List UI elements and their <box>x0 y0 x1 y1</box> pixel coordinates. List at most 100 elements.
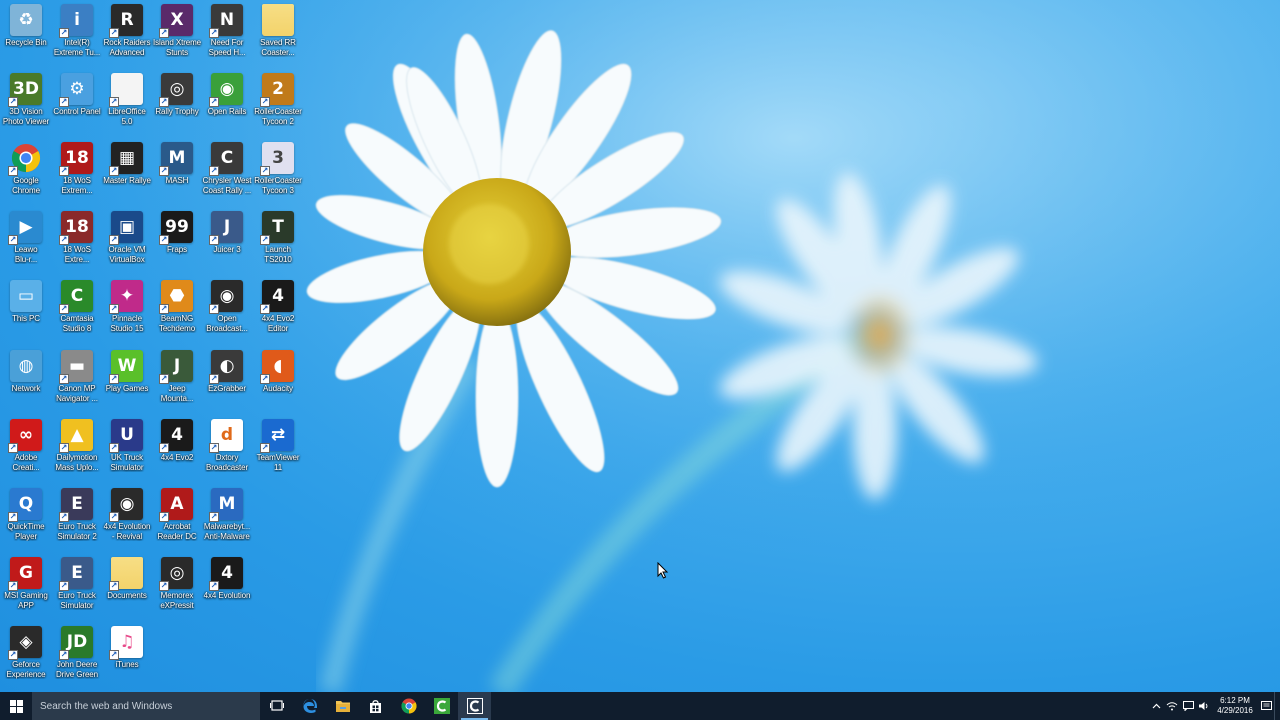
desktop-shortcut-rock-raiders[interactable]: R ↗ Rock Raiders Advanced <box>101 0 153 68</box>
desktop-shortcut-island-xtreme[interactable]: X ↗ Island Xtreme Stunts <box>151 0 203 68</box>
taskbar: Search the web and Windows 6:12 PM 4/29/… <box>0 692 1280 720</box>
desktop-shortcut-mash[interactable]: M ↗ MASH <box>151 138 203 206</box>
desktop-shortcut-canon-mp[interactable]: ▬ ↗ Canon MP Navigator ... <box>51 346 103 414</box>
desktop-shortcut-chrome[interactable]: ↗ Google Chrome <box>0 138 52 206</box>
desktop-shortcut-libreoffice[interactable]: ↗ LibreOffice 5.0 <box>101 69 153 137</box>
desktop-icon-label: MSI Gaming APP <box>4 591 48 610</box>
action-center-button[interactable] <box>1180 692 1196 720</box>
desktop-icon-label: Recycle Bin <box>5 38 47 47</box>
desktop-shortcut-teamviewer[interactable]: ⇄ ↗ TeamViewer 11 <box>252 415 304 483</box>
shortcut-arrow-icon: ↗ <box>59 28 69 38</box>
desktop[interactable]: ♻ Recycle Bin i ↗ Intel(R) Extreme Tu... R ↗ Ro… <box>0 0 1280 692</box>
shortcut-arrow-icon: ↗ <box>159 304 169 314</box>
desktop-shortcut-chrysler-rally[interactable]: C ↗ Chrysler West Coast Rally ... <box>201 138 253 206</box>
shortcut-arrow-icon: ↗ <box>209 443 219 453</box>
desktop-shortcut-4x4-evo2-editor[interactable]: 4 ↗ 4x4 Evo2 Editor <box>252 276 304 344</box>
chrome-taskbar-button[interactable] <box>392 692 425 720</box>
desktop-shortcut-4x4-evo2[interactable]: 4 ↗ 4x4 Evo2 <box>151 415 203 483</box>
desktop-shortcut-4x4-evolution[interactable]: 4 ↗ 4x4 Evolution <box>201 553 253 621</box>
desktop-shortcut-folder[interactable]: Saved RR Coaster... <box>252 0 304 68</box>
desktop-icon-label: Oracle VM VirtualBox <box>108 245 146 264</box>
shortcut-arrow-icon: ↗ <box>159 97 169 107</box>
desktop-shortcut-need-for-speed[interactable]: N ↗ Need For Speed H... <box>201 0 253 68</box>
desktop-shortcut-3d-vision[interactable]: 3D ↗ 3D Vision Photo Viewer <box>0 69 52 137</box>
desktop-shortcut-intel-tuning[interactable]: i ↗ Intel(R) Extreme Tu... <box>51 0 103 68</box>
shortcut-arrow-icon: ↗ <box>209 235 219 245</box>
desktop-shortcut-play-games[interactable]: W ↗ Play Games <box>101 346 153 414</box>
desktop-shortcut-rollercoaster-tycoon-2[interactable]: 2 ↗ RollerCoaster Tycoon 2 <box>252 69 304 137</box>
desktop-icon-label: Leawo Blu-r... <box>14 245 38 264</box>
desktop-shortcut-18-wos[interactable]: 18 ↗ 18 WoS Extrem... <box>51 138 103 206</box>
desktop-shortcut-adobe-cc[interactable]: ∞ ↗ Adobe Creati... <box>0 415 52 483</box>
desktop-shortcut-audacity[interactable]: ◖ ↗ Audacity <box>252 346 304 414</box>
desktop-shortcut-recycle-bin[interactable]: ♻ Recycle Bin <box>0 0 52 68</box>
desktop-shortcut-control-panel[interactable]: ⚙ ↗ Control Panel <box>51 69 103 137</box>
desktop-shortcut-john-deere[interactable]: JD ↗ John Deere Drive Green <box>51 622 103 690</box>
chrysler-rally-icon: C ↗ <box>209 142 243 176</box>
desktop-shortcut-this-pc[interactable]: ▭ This PC <box>0 276 52 344</box>
desktop-icon-label: Island Xtreme Stunts <box>152 38 202 57</box>
shortcut-arrow-icon: ↗ <box>209 374 219 384</box>
desktop-shortcut-itunes[interactable]: ♫ ↗ iTunes <box>101 622 153 690</box>
desktop-shortcut-juicer[interactable]: J ↗ Juicer 3 <box>201 207 253 275</box>
taskbar-search-box[interactable]: Search the web and Windows <box>32 692 260 720</box>
camtasia-taskbar-button[interactable] <box>425 692 458 720</box>
store-button[interactable] <box>359 692 392 720</box>
desktop-shortcut-geforce[interactable]: ◈ ↗ Geforce Experience <box>0 622 52 690</box>
desktop-shortcut-quicktime[interactable]: Q ↗ QuickTime Player <box>0 484 52 552</box>
desktop-shortcut-master-rallye[interactable]: ▦ ↗ Master Rallye <box>101 138 153 206</box>
desktop-shortcut-camtasia[interactable]: C ↗ Camtasia Studio 8 <box>51 276 103 344</box>
network-tray-button[interactable] <box>1164 692 1180 720</box>
desktop-shortcut-msi-gaming[interactable]: G ↗ MSI Gaming APP <box>0 553 52 621</box>
desktop-icon-label: 4x4 Evo2 Editor <box>261 314 295 333</box>
shortcut-arrow-icon: ↗ <box>59 581 69 591</box>
network-icon: ◍ <box>10 350 42 382</box>
action-center-toggle[interactable] <box>1258 692 1274 720</box>
edge-button[interactable] <box>293 692 326 720</box>
desktop-shortcut-uk-truck[interactable]: U ↗ UK Truck Simulator <box>101 415 153 483</box>
desktop-shortcut-dailymotion[interactable]: ▲ ↗ Dailymotion Mass Uplo... <box>51 415 103 483</box>
desktop-shortcut-18-wos-2[interactable]: 18 ↗ 18 WoS Extre... <box>51 207 103 275</box>
desktop-shortcut-dxtory[interactable]: d ↗ Dxtory Broadcaster <box>201 415 253 483</box>
camtasia-recorder-taskbar-button[interactable] <box>458 692 491 720</box>
taskbar-clock[interactable]: 6:12 PM 4/29/2016 <box>1212 696 1258 716</box>
desktop-shortcut-4x4-revival[interactable]: ◉ ↗ 4x4 Evolution - Revival <box>101 484 153 552</box>
show-hidden-icons-button[interactable] <box>1148 692 1164 720</box>
file-explorer-button[interactable] <box>326 692 359 720</box>
store-icon <box>370 699 381 713</box>
desktop-shortcut-euro-truck[interactable]: E ↗ Euro Truck Simulator <box>51 553 103 621</box>
desktop-shortcut-ts2010[interactable]: T ↗ Launch TS2010 <box>252 207 304 275</box>
desktop-shortcut-memorex[interactable]: ◎ ↗ Memorex eXPressit <box>151 553 203 621</box>
notification-icon <box>1182 701 1194 711</box>
volume-tray-button[interactable] <box>1196 692 1212 720</box>
desktop-shortcut-network[interactable]: ◍ Network <box>0 346 52 414</box>
desktop-shortcut-malwarebytes[interactable]: M ↗ Malwarebyt... Anti-Malware <box>201 484 253 552</box>
desktop-shortcut-obs[interactable]: ◉ ↗ Open Broadcast... <box>201 276 253 344</box>
desktop-shortcut-rally-trophy[interactable]: ◎ ↗ Rally Trophy <box>151 69 203 137</box>
desktop-shortcut-virtualbox[interactable]: ▣ ↗ Oracle VM VirtualBox <box>101 207 153 275</box>
desktop-shortcut-rollercoaster-tycoon-3[interactable]: 3 ↗ RollerCoaster Tycoon 3 <box>252 138 304 206</box>
desktop-shortcut-beamng[interactable]: ⬣ ↗ BeamNG Techdemo <box>151 276 203 344</box>
shortcut-arrow-icon: ↗ <box>260 374 270 384</box>
desktop-shortcut-fraps[interactable]: 99 ↗ Fraps <box>151 207 203 275</box>
desktop-icon-label: Chrysler West Coast Rally ... <box>202 176 252 195</box>
desktop-icon-label: Rally Trophy <box>155 107 199 116</box>
recycle-bin-icon: ♻ <box>10 4 42 36</box>
start-button[interactable] <box>0 692 32 720</box>
rock-raiders-icon: R ↗ <box>109 4 143 38</box>
camtasia-icon <box>433 698 450 714</box>
desktop-icon-label: Master Rallye <box>103 176 151 185</box>
shortcut-arrow-icon: ↗ <box>59 235 69 245</box>
desktop-shortcut-open-rails[interactable]: ◉ ↗ Open Rails <box>201 69 253 137</box>
show-desktop-button[interactable] <box>1274 692 1280 720</box>
desktop-shortcut-ezgrabber[interactable]: ◐ ↗ EzGrabber <box>201 346 253 414</box>
desktop-shortcut-pinnacle[interactable]: ✦ ↗ Pinnacle Studio 15 <box>101 276 153 344</box>
desktop-shortcut-acrobat[interactable]: A ↗ Acrobat Reader DC <box>151 484 203 552</box>
desktop-shortcut-documents[interactable]: ↗ Documents <box>101 553 153 621</box>
desktop-shortcut-jeep[interactable]: J ↗ Jeep Mounta... <box>151 346 203 414</box>
desktop-icon-grid: ♻ Recycle Bin i ↗ Intel(R) Extreme Tu... R ↗ Ro… <box>0 0 310 692</box>
task-view-button[interactable] <box>260 692 293 720</box>
desktop-icon-label: 18 WoS Extrem... <box>61 176 93 195</box>
desktop-shortcut-euro-truck-2[interactable]: E ↗ Euro Truck Simulator 2 <box>51 484 103 552</box>
desktop-shortcut-leawo[interactable]: ▶ ↗ Leawo Blu-r... <box>0 207 52 275</box>
